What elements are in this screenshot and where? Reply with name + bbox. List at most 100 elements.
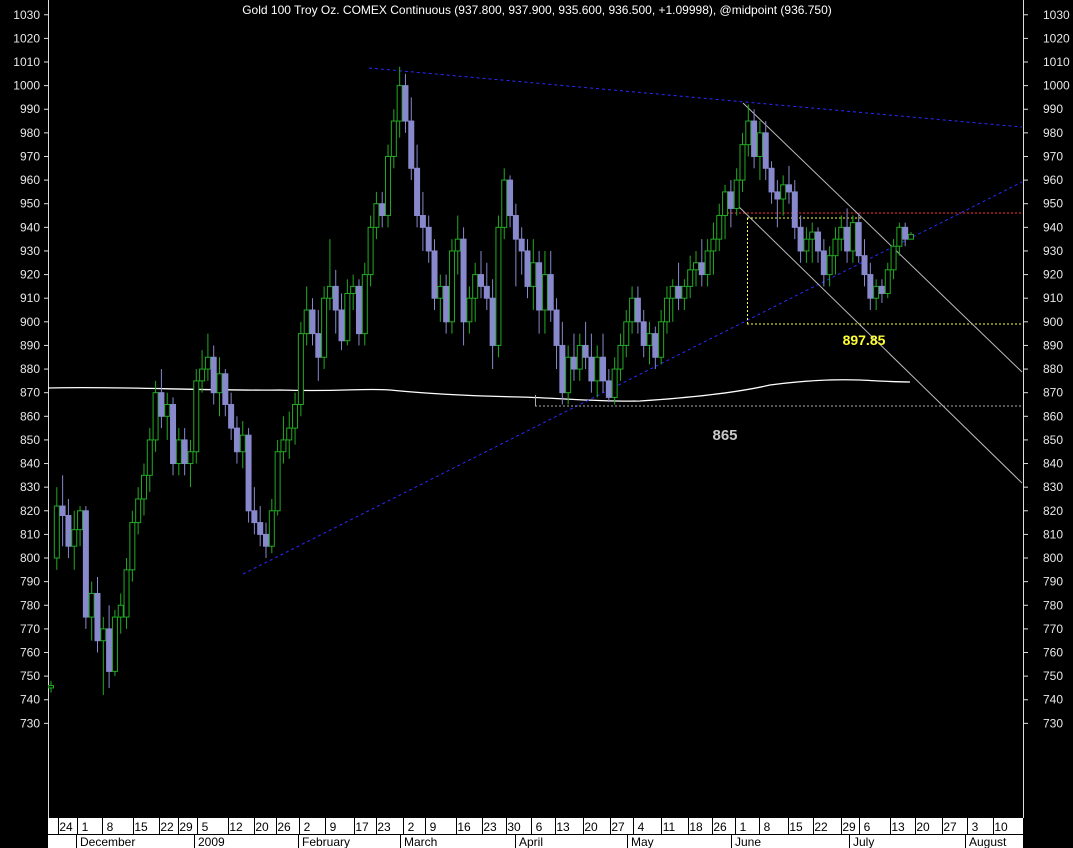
candle-body xyxy=(710,238,717,252)
candle-body xyxy=(100,628,107,642)
y-tick-label-left: 740 xyxy=(20,693,40,707)
y-tick-label-left: 810 xyxy=(20,527,40,541)
candle-body xyxy=(518,238,525,252)
candle-body xyxy=(640,321,647,346)
candle-body xyxy=(629,297,636,323)
y-tick-label-right: 850 xyxy=(1043,433,1063,447)
candle-body xyxy=(489,297,496,346)
candle-body xyxy=(693,262,699,271)
y-tick-label-left: 860 xyxy=(20,409,40,423)
candle-body xyxy=(419,215,426,228)
candle-body xyxy=(373,203,380,228)
candle-body xyxy=(704,250,711,276)
candle-body xyxy=(286,427,293,441)
candle-body xyxy=(855,222,862,257)
day-label: 30 xyxy=(507,820,521,834)
candle-body xyxy=(193,380,200,453)
candle-body xyxy=(774,191,781,200)
candle-body xyxy=(756,132,763,157)
candle-body xyxy=(878,285,885,294)
y-tick-label-right: 1020 xyxy=(1043,31,1070,45)
candle-body xyxy=(675,285,682,299)
candle-body xyxy=(553,309,560,346)
candles xyxy=(48,66,914,696)
candle-body xyxy=(454,238,461,252)
day-label: 1 xyxy=(740,820,747,834)
candle-body xyxy=(239,434,246,453)
candle-body xyxy=(547,274,554,311)
candle-body xyxy=(65,515,72,547)
candle-body xyxy=(466,297,473,323)
day-label: 11 xyxy=(663,820,676,834)
candle-body xyxy=(292,403,299,429)
candle-body xyxy=(326,285,333,299)
month-label: December xyxy=(80,835,135,848)
y-tick-label-right: 900 xyxy=(1043,315,1063,329)
candle-body xyxy=(884,269,891,294)
y-tick-label-right: 800 xyxy=(1043,551,1063,565)
day-label: 3 xyxy=(972,820,979,834)
candle-body xyxy=(268,510,275,547)
candle-body xyxy=(59,505,66,517)
y-tick-label-left: 970 xyxy=(20,149,40,163)
candle-body xyxy=(71,529,78,547)
y-tick-label-left: 1020 xyxy=(13,31,40,45)
month-label: 2009 xyxy=(198,835,225,848)
y-tick-label-left: 1030 xyxy=(13,8,40,22)
day-label: 22 xyxy=(160,820,174,834)
candle-body xyxy=(402,85,409,122)
y-tick-label-left: 870 xyxy=(20,386,40,400)
chart-title: Gold 100 Troy Oz. COMEX Continuous (937.… xyxy=(242,3,832,17)
candle-body xyxy=(768,167,775,193)
candle-body xyxy=(791,191,798,228)
y-tick-label-right: 1000 xyxy=(1043,79,1070,93)
candle-body xyxy=(565,356,572,394)
candle-body xyxy=(152,392,159,441)
candle-body xyxy=(559,344,566,394)
candle-body xyxy=(530,262,537,287)
day-label: 29 xyxy=(179,820,193,834)
y-tick-label-right: 730 xyxy=(1043,716,1063,730)
y-tick-label-left: 770 xyxy=(20,622,40,636)
candle-body xyxy=(129,522,136,571)
y-tick-label-right: 770 xyxy=(1043,622,1063,636)
annotation-897-85: 897.85 xyxy=(843,332,886,348)
y-tick-label-right: 880 xyxy=(1043,362,1063,376)
candle-body xyxy=(600,356,607,382)
y-tick-label-right: 870 xyxy=(1043,386,1063,400)
candle-body xyxy=(838,226,845,240)
y-tick-label-left: 950 xyxy=(20,197,40,211)
candle-body xyxy=(396,85,403,122)
day-label: 20 xyxy=(916,820,930,834)
y-tick-label-right: 840 xyxy=(1043,457,1063,471)
candle-body xyxy=(111,616,118,672)
day-label: 12 xyxy=(229,820,243,834)
candle-body xyxy=(849,222,856,252)
y-tick-label-left: 980 xyxy=(20,126,40,140)
y-tick-label-left: 850 xyxy=(20,433,40,447)
candle-body xyxy=(135,498,142,524)
candle-body xyxy=(623,321,630,346)
candle-body xyxy=(873,285,880,299)
gold-price-chart: Gold 100 Troy Oz. COMEX Continuous (937.… xyxy=(13,0,1070,848)
day-label: 1 xyxy=(82,820,89,834)
day-label: 10 xyxy=(994,820,1008,834)
candle-body xyxy=(315,333,322,358)
candle-body xyxy=(257,522,264,535)
candle-body xyxy=(175,439,182,465)
candle-body xyxy=(652,333,659,358)
candle-body xyxy=(541,274,548,311)
candle-body xyxy=(896,226,903,247)
day-label: 5 xyxy=(202,820,209,834)
day-label: 26 xyxy=(277,820,291,834)
y-tick-label-right: 830 xyxy=(1043,480,1063,494)
candle-body xyxy=(687,269,694,287)
y-tick-label-right: 1010 xyxy=(1043,55,1070,69)
candle-body xyxy=(53,505,60,559)
month-labels: December 2009 February March April May June Jul… xyxy=(76,834,1007,848)
candle-body xyxy=(745,120,752,146)
candle-body xyxy=(123,569,130,618)
y-tick-label-left: 960 xyxy=(20,173,40,187)
candle-body xyxy=(867,274,874,299)
y-tick-label-right: 930 xyxy=(1043,244,1063,258)
